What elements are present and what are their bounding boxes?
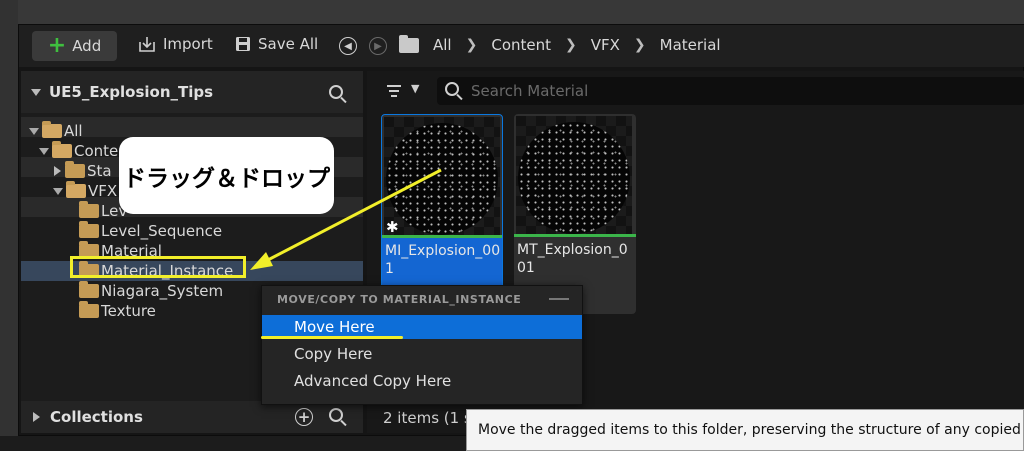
annotation-underline [261,336,403,339]
folder-icon [65,161,85,178]
menu-item-copy-here[interactable]: Copy Here [262,342,582,366]
add-label: Add [72,37,102,55]
tree-item-starter[interactable]: Sta [54,161,112,181]
tree-label: Texture [101,302,156,320]
tree-item-niagara-system[interactable]: Niagara_System [79,281,223,301]
save-icon [236,37,250,51]
tree-item-all[interactable]: All [29,121,83,141]
folder-icon [399,34,419,53]
save-all-button[interactable]: Save All [234,35,318,53]
background-viewport-strip [0,0,1024,24]
search-icon [445,82,459,96]
save-all-label: Save All [258,35,319,53]
search-input[interactable] [471,81,1011,101]
folder-open-icon [66,181,86,198]
tree-label: All [64,122,83,140]
menu-section-header: MOVE/COPY TO MATERIAL_INSTANCE [277,293,522,306]
search-icon[interactable] [329,85,343,99]
expand-arrow-icon[interactable] [53,187,63,195]
import-label: Import [163,35,213,53]
import-button[interactable]: Import [137,35,213,53]
material-thumbnail [516,116,632,234]
menu-separator [549,298,569,300]
tooltip: Move the dragged items to this folder, p… [466,409,1024,451]
background-left-strip [0,0,18,451]
search-icon[interactable] [329,408,343,422]
tree-label: Level_Sequence [101,222,223,240]
breadcrumb-vfx[interactable]: VFX [591,36,620,54]
item-count-status: 2 items (1 s [383,409,472,427]
tree-item-level-sequence[interactable]: Level_Sequence [79,221,222,241]
sources-header[interactable]: UE5_Explosion_Tips [21,71,363,113]
asset-tile-mi-explosion[interactable]: ✱ MI_Explosion_001 [381,114,503,314]
folder-icon [79,221,99,238]
collections-label: Collections [50,408,143,426]
search-box[interactable] [437,77,1024,105]
expand-arrow-icon[interactable] [33,412,40,422]
forward-icon[interactable]: ▶ [369,37,387,55]
expand-arrow-icon[interactable] [29,127,39,135]
collections-header[interactable]: Collections + [21,401,363,433]
back-icon[interactable]: ◀ [339,37,357,55]
folder-icon [79,201,99,218]
project-title: UE5_Explosion_Tips [49,83,214,101]
tree-item-vfx[interactable]: VFX [53,181,117,201]
filter-icon[interactable] [387,85,401,100]
drop-context-menu: MOVE/COPY TO MATERIAL_INSTANCE Move Here… [261,285,583,405]
filter-bar: ▼ [367,71,1024,111]
breadcrumb: All ❯ Content ❯ VFX ❯ Material [399,34,721,54]
modified-asterisk-icon: ✱ [386,218,399,236]
chevron-right-icon[interactable]: ❯ [466,37,478,53]
breadcrumb-content[interactable]: Content [491,36,551,54]
breadcrumb-all[interactable]: All [433,36,452,54]
folder-icon [79,301,99,318]
annotation-highlight-box [70,256,246,278]
menu-item-advanced-copy-here[interactable]: Advanced Copy Here [262,369,582,393]
tree-label: VFX [88,182,118,200]
tree-label: Niagara_System [101,282,224,300]
expand-arrow-icon[interactable] [39,147,49,155]
chevron-right-icon[interactable]: ❯ [634,37,646,53]
tree-item-content[interactable]: Conte [39,141,118,161]
material-thumbnail [384,117,500,235]
import-icon [139,37,155,52]
chevron-down-icon[interactable]: ▼ [411,82,419,95]
collapse-arrow-icon[interactable] [31,88,41,96]
folder-open-icon [52,141,72,158]
chevron-right-icon[interactable]: ❯ [565,37,577,53]
breadcrumb-material[interactable]: Material [660,36,721,54]
toolbar: + Add Import Save All ◀ ▶ All ❯ Content … [19,25,1024,67]
add-button[interactable]: + Add [32,31,117,61]
plus-icon: + [47,33,67,58]
expand-arrow-icon[interactable] [54,166,61,176]
tree-item-texture[interactable]: Texture [79,301,156,321]
asset-tile-mt-explosion[interactable]: MT_Explosion_001 [514,114,636,314]
tree-label: Conte [74,142,119,160]
annotation-callout: ドラッグ＆ドロップ [119,137,334,214]
tree-label: Sta [87,162,112,180]
folder-open-icon [42,121,62,138]
add-collection-icon[interactable]: + [295,408,313,426]
folder-icon [79,281,99,298]
